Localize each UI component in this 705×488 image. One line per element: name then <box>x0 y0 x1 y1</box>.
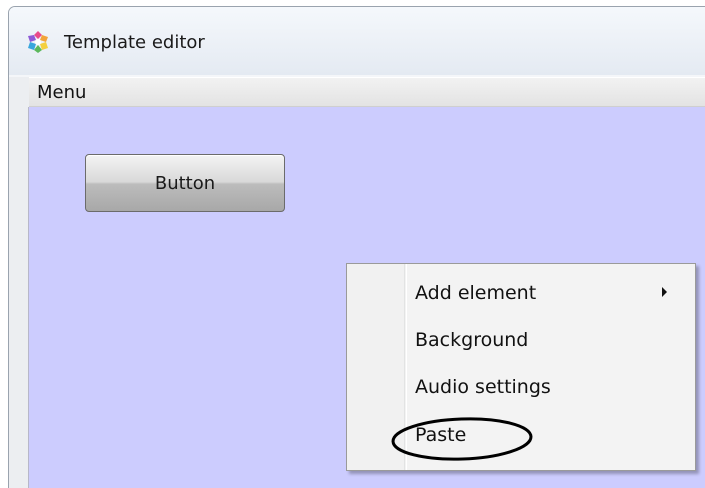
context-menu-item-label: Add element <box>415 282 537 304</box>
context-menu-item-add-element[interactable]: Add element <box>349 270 693 316</box>
canvas-left-border <box>9 107 29 488</box>
context-menu-item-label: Background <box>415 329 529 351</box>
window-title: Template editor <box>64 32 205 53</box>
menu-bar: Menu <box>29 77 705 107</box>
template-editor-window: Template editor Menu Button Add element … <box>8 6 705 488</box>
context-menu: Add element Background Audio settings Pa… <box>346 263 696 471</box>
title-bar: Template editor <box>9 7 705 75</box>
template-button-element[interactable]: Button <box>85 154 285 212</box>
submenu-arrow-icon <box>662 287 667 297</box>
template-canvas[interactable]: Button Add element Background Audio sett… <box>29 107 705 488</box>
menubar-left-border <box>9 77 29 107</box>
menu-menu[interactable]: Menu <box>37 82 86 103</box>
app-logo-icon <box>28 31 48 53</box>
context-menu-item-audio-settings[interactable]: Audio settings <box>349 364 693 410</box>
context-menu-item-background[interactable]: Background <box>349 317 693 363</box>
context-menu-item-label: Audio settings <box>415 376 551 398</box>
highlight-ellipse-annotation <box>391 417 533 461</box>
